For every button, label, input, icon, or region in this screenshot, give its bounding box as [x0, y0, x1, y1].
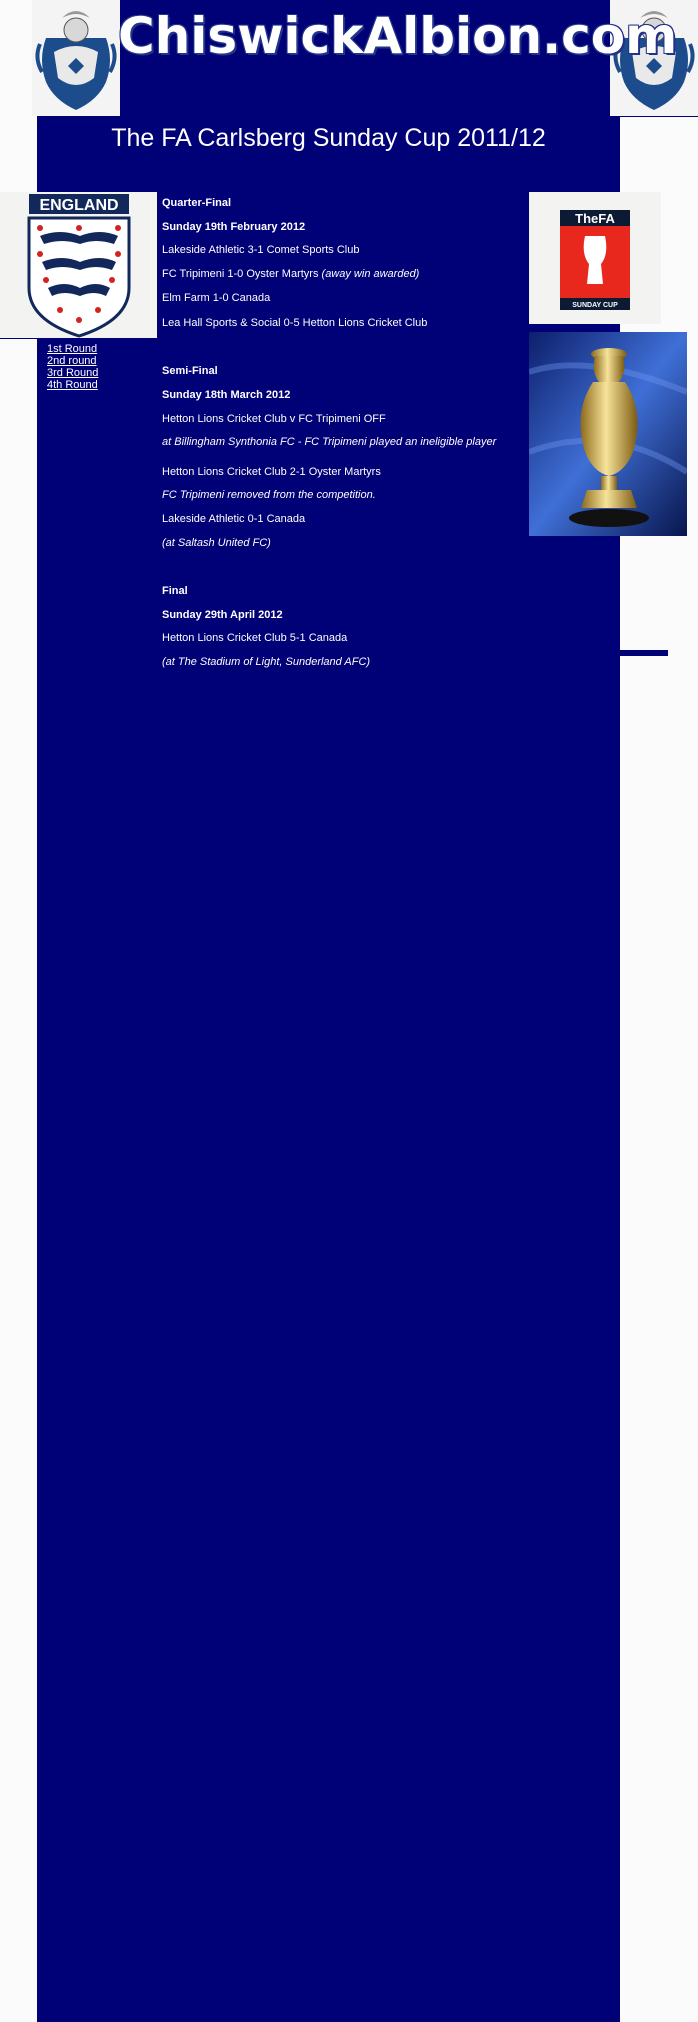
page-title: The FA Carlsberg Sunday Cup 2011/12 — [111, 124, 546, 152]
three-lions-icon: ENGLAND — [27, 194, 131, 338]
quarter-final-date: Sunday 19th February 2012 — [162, 221, 306, 233]
side-divider-bar — [620, 650, 668, 656]
nav-link-3rd-round[interactable]: 3rd Round — [47, 367, 98, 379]
fa-logo-icon: TheFA SUNDAY CUP — [560, 210, 630, 310]
match-note: (away win awarded) — [321, 268, 420, 280]
semi-final-match-2: Hetton Lions Cricket Club 2-1 Oyster Mar… — [162, 466, 381, 478]
quarter-final-match-4: Lea Hall Sports & Social 0-5 Hetton Lion… — [162, 317, 428, 329]
trophy-photo — [529, 332, 687, 536]
club-crest-left — [32, 0, 120, 116]
semi-final-match-3: Lakeside Athletic 0-1 Canada — [162, 513, 306, 525]
header-divider — [37, 116, 698, 117]
england-badge: ENGLAND — [0, 192, 157, 339]
site-title: ChiswickAlbion.com — [118, 7, 678, 65]
final-heading: Final — [162, 585, 188, 597]
nav-link-2nd-round[interactable]: 2nd round — [47, 355, 98, 367]
quarter-final-match-3: Elm Farm 1-0 Canada — [162, 292, 271, 304]
final-match-1: Hetton Lions Cricket Club 5-1 Canada — [162, 632, 348, 644]
round-nav: 1st Round 2nd round 3rd Round 4th Round — [47, 343, 98, 391]
club-crest-icon — [35, 11, 117, 110]
fa-logo-bottom-text: SUNDAY CUP — [572, 302, 618, 309]
final-date: Sunday 29th April 2012 — [162, 609, 283, 621]
quarter-final-match-2: FC Tripimeni 1-0 Oyster Martyrs (away wi… — [162, 268, 419, 281]
quarter-final-match-1: Lakeside Athletic 3-1 Comet Sports Club — [162, 244, 360, 256]
quarter-final-heading: Quarter-Final — [162, 197, 232, 209]
england-label: ENGLAND — [39, 197, 118, 214]
match-result: FC Tripimeni 1-0 Oyster Martyrs — [162, 268, 319, 280]
semi-final-heading: Semi-Final — [162, 365, 218, 377]
semi-final-note-3: (at Saltash United FC) — [162, 537, 271, 549]
fa-sunday-cup-logo: TheFA SUNDAY CUP — [529, 192, 661, 324]
trophy-icon — [529, 332, 687, 536]
final-note-1: (at The Stadium of Light, Sunderland AFC… — [162, 656, 371, 668]
semi-final-note-1: at Billingham Synthonia FC - FC Tripimen… — [162, 436, 497, 448]
fa-logo-top-text: TheFA — [575, 211, 615, 226]
nav-link-1st-round[interactable]: 1st Round — [47, 343, 98, 355]
semi-final-match-1: Hetton Lions Cricket Club v FC Tripimeni… — [162, 413, 386, 425]
semi-final-note-2: FC Tripimeni removed from the competitio… — [162, 489, 376, 501]
nav-link-4th-round[interactable]: 4th Round — [47, 379, 98, 391]
semi-final-date: Sunday 18th March 2012 — [162, 389, 291, 401]
